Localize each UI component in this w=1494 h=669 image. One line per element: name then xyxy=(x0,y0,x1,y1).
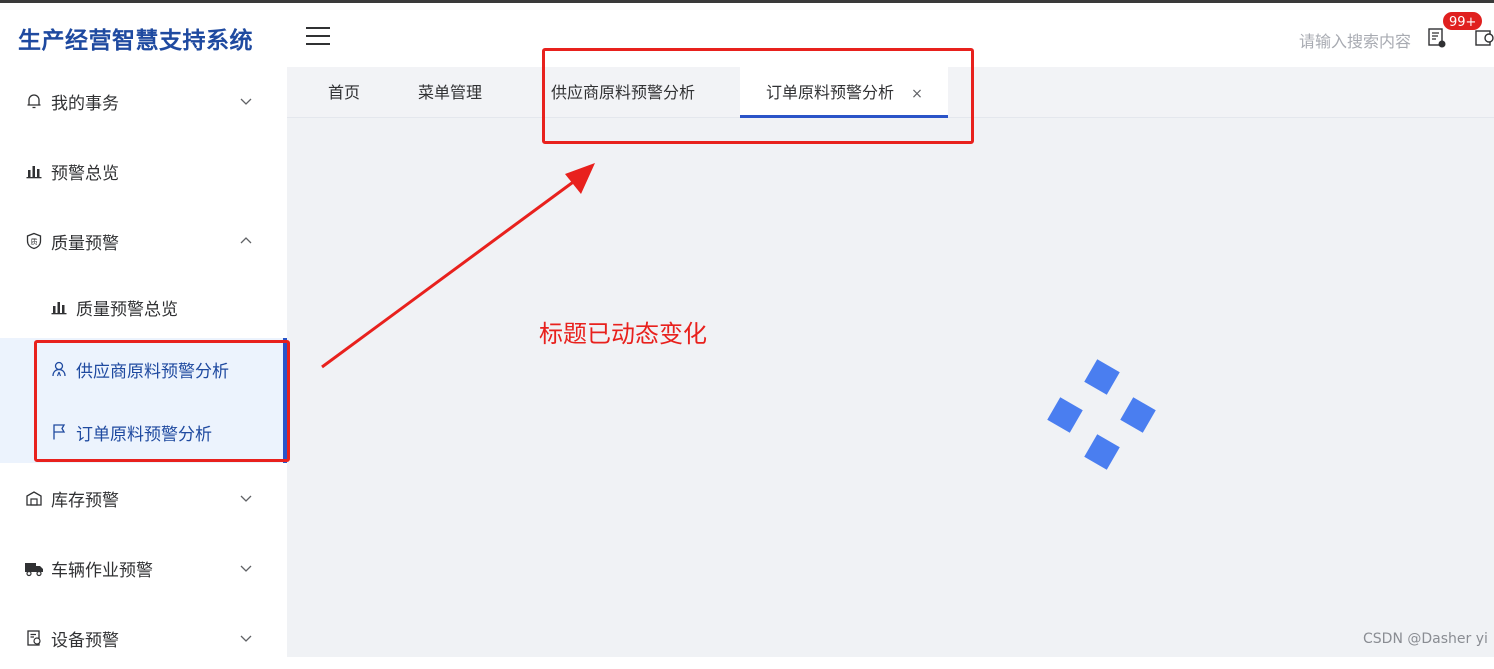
sidebar-subitem-quality-overview[interactable]: 质量预警总览 xyxy=(0,276,287,338)
sidebar-item-device-warning[interactable]: 设备预警 xyxy=(0,607,287,669)
annotation-text: 标题已动态变化 xyxy=(539,320,707,348)
tab-menu-management[interactable]: 菜单管理 xyxy=(418,67,482,118)
app-title: 生产经营智慧支持系统 xyxy=(18,28,253,54)
watermark: CSDN @Dasher yi xyxy=(1363,631,1488,647)
warehouse-icon xyxy=(24,488,44,508)
sidebar-item-quality-warning[interactable]: 质 质量预警 xyxy=(0,210,287,272)
sidebar-item-label: 库存预警 xyxy=(51,490,119,511)
sidebar-item-label: 车辆作业预警 xyxy=(51,560,153,581)
bar-chart-icon xyxy=(49,297,69,317)
chevron-down-icon xyxy=(240,495,252,502)
sidebar-item-label: 质量预警总览 xyxy=(76,299,178,320)
settings-icon[interactable] xyxy=(1475,27,1494,49)
tab-home[interactable]: 首页 xyxy=(328,67,360,118)
annotation-box-sidebar xyxy=(34,340,290,462)
loading-spinner-icon xyxy=(1047,359,1156,470)
sidebar-item-label: 我的事务 xyxy=(51,93,119,114)
search-input[interactable]: 请输入搜索内容 xyxy=(1299,28,1411,52)
sidebar-item-my-affairs[interactable]: 我的事务 xyxy=(0,70,287,132)
sidebar-item-warning-overview[interactable]: 预警总览 xyxy=(0,140,287,202)
tab-label: 菜单管理 xyxy=(418,83,483,102)
chevron-down-icon xyxy=(240,635,252,642)
truck-icon xyxy=(24,558,44,578)
message-icon[interactable] xyxy=(1427,27,1447,49)
tab-label: 首页 xyxy=(328,83,361,102)
bell-icon xyxy=(24,91,44,111)
sidebar-item-label: 预警总览 xyxy=(51,163,119,184)
menu-toggle-icon[interactable] xyxy=(306,27,330,47)
chevron-down-icon xyxy=(240,565,252,572)
annotation-box-tab xyxy=(542,48,974,144)
sidebar-item-label: 设备预警 xyxy=(51,630,119,651)
device-icon xyxy=(24,628,44,648)
sidebar-item-inventory-warning[interactable]: 库存预警 xyxy=(0,467,287,529)
sidebar: 生产经营智慧支持系统 我的事务 预警总览 质 质量预警 质量预警总览 供应商原料… xyxy=(0,3,287,657)
sidebar-item-label: 质量预警 xyxy=(51,233,119,254)
chevron-down-icon xyxy=(240,98,252,105)
bar-chart-icon xyxy=(24,161,44,181)
quality-shield-icon: 质 xyxy=(24,231,44,251)
sidebar-item-vehicle-warning[interactable]: 车辆作业预警 xyxy=(0,537,287,599)
chevron-up-icon xyxy=(240,237,252,244)
svg-text:质: 质 xyxy=(31,237,38,246)
